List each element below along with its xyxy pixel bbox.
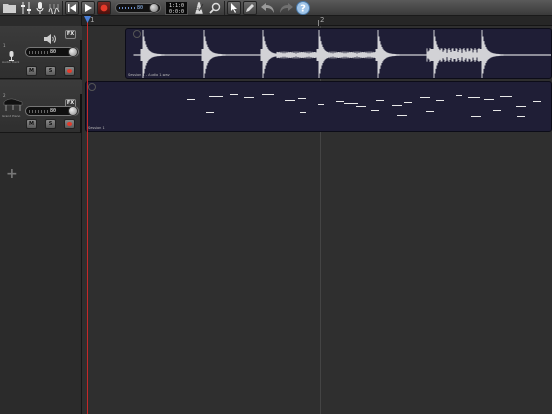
- track-header-piano[interactable]: 2 Grand Piano FX 80 M S: [0, 80, 82, 133]
- mute-button[interactable]: M: [26, 119, 37, 129]
- playhead[interactable]: [87, 16, 88, 414]
- track-volume-knob[interactable]: [68, 47, 78, 57]
- undo-icon: [261, 3, 274, 13]
- record-icon: [100, 4, 108, 12]
- track-fx-button[interactable]: FX: [65, 30, 76, 39]
- record-button[interactable]: [97, 1, 111, 15]
- help-icon: ?: [295, 1, 310, 15]
- record-arm-button[interactable]: [64, 119, 75, 129]
- rewind-icon: [68, 4, 76, 12]
- svg-text:?: ?: [300, 4, 306, 15]
- folder-icon[interactable]: [2, 1, 16, 15]
- metronome-button[interactable]: 120: [191, 1, 207, 15]
- redo-button[interactable]: [278, 1, 294, 15]
- metronome-text: 120: [195, 7, 202, 11]
- play-icon: [85, 4, 92, 12]
- region-label: Session 1 - Audio 1.wav: [128, 73, 170, 77]
- midi-region[interactable]: Session 1: [85, 81, 552, 132]
- play-button[interactable]: [81, 1, 95, 15]
- track-header-audio[interactable]: 1 Audio Track FX 80 M S: [0, 26, 82, 79]
- pencil-tool-button[interactable]: [243, 1, 257, 15]
- solo-button[interactable]: S: [45, 119, 56, 129]
- pencil-icon: [246, 4, 254, 12]
- region-label: Session 1: [88, 126, 105, 130]
- playhead-marker-icon[interactable]: [84, 16, 91, 23]
- help-button[interactable]: ?: [295, 1, 310, 15]
- track-name: Audio Track: [2, 60, 20, 64]
- zoom-button[interactable]: [208, 1, 222, 15]
- master-volume-slider[interactable]: 80: [115, 3, 161, 13]
- track-volume-slider[interactable]: 80: [25, 47, 79, 57]
- add-track-button[interactable]: +: [6, 167, 18, 181]
- audio-region[interactable]: Session 1 - Audio 1.wav: [125, 28, 552, 79]
- record-arm-button[interactable]: [64, 66, 75, 76]
- undo-button[interactable]: [260, 1, 276, 15]
- microphone-icon[interactable]: [34, 1, 46, 15]
- timeline-ruler[interactable]: 1 2: [82, 16, 552, 26]
- lcd-display[interactable]: 1:1:0 0:0:0: [165, 1, 188, 15]
- rewind-button[interactable]: [65, 1, 79, 15]
- track-volume-value: 80: [50, 49, 57, 55]
- redo-icon: [280, 3, 293, 13]
- track-headers: 1 Audio Track FX 80 M S 2 Grand Piano FX…: [0, 16, 82, 414]
- loops-icon[interactable]: [47, 1, 60, 15]
- pointer-icon: [231, 3, 237, 13]
- pointer-tool-button[interactable]: [227, 1, 241, 15]
- magnifier-icon: [209, 2, 221, 14]
- track-number: 1: [3, 43, 6, 48]
- midi-notes: [187, 94, 541, 117]
- track-volume-value: 80: [50, 108, 57, 114]
- arrange-area[interactable]: Session 1 - Audio 1.wav Session 1: [82, 26, 552, 414]
- track-name: Grand Piano: [2, 114, 21, 118]
- speaker-icon[interactable]: [44, 29, 56, 48]
- bar-number: 2: [320, 16, 325, 24]
- mixer-icon[interactable]: [19, 1, 32, 15]
- audio-waveform: [133, 30, 551, 78]
- track-volume-knob[interactable]: [68, 106, 78, 116]
- track-volume-slider[interactable]: 80: [25, 106, 79, 116]
- toolbar: 80 1:1:0 0:0:0 120 ?: [0, 0, 552, 16]
- solo-button[interactable]: S: [45, 66, 56, 76]
- master-volume-value: 80: [137, 5, 144, 11]
- master-volume-knob[interactable]: [149, 3, 159, 13]
- mute-button[interactable]: M: [26, 66, 37, 76]
- lcd-time: 0:0:0: [169, 9, 185, 15]
